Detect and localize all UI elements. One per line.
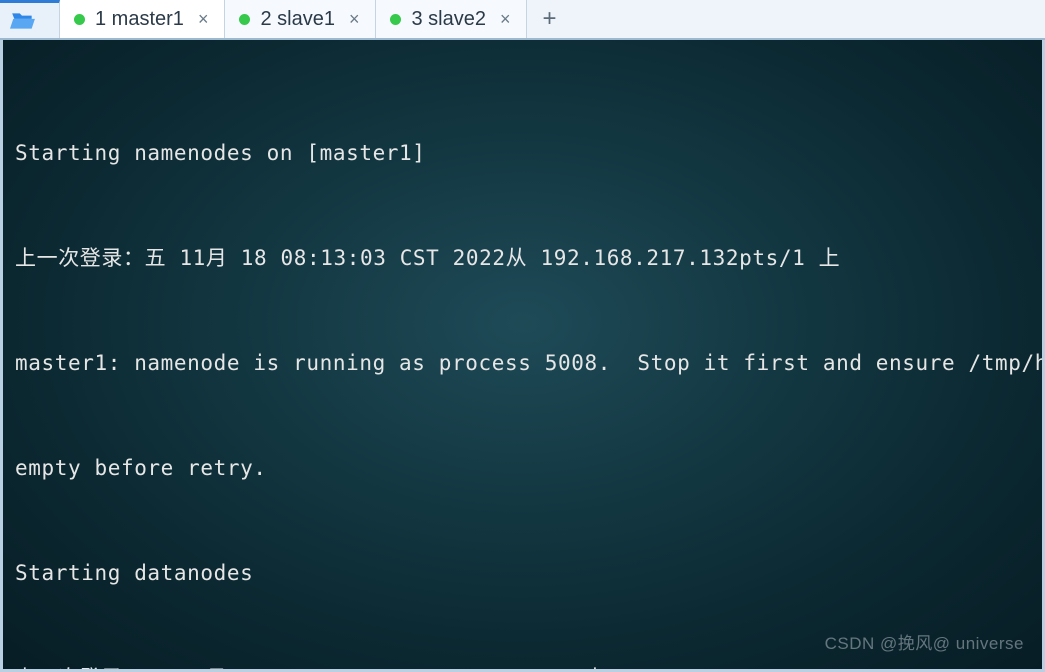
tab-slave1[interactable]: 2 slave1 ×: [225, 0, 376, 38]
status-dot-icon: [74, 14, 85, 25]
tabs-container: 1 master1 × 2 slave1 × 3 slave2 × +: [60, 0, 571, 38]
close-icon[interactable]: ×: [345, 10, 364, 28]
status-dot-icon: [390, 14, 401, 25]
terminal-line: 上一次登录：五 11月 18 08:13:03 CST 2022从 192.16…: [15, 241, 1030, 276]
tab-label: 3 slave2: [411, 8, 486, 31]
folder-button[interactable]: [0, 0, 60, 38]
folder-open-icon: [10, 10, 36, 32]
tab-label: 1 master1: [95, 8, 184, 31]
tab-slave2[interactable]: 3 slave2 ×: [376, 0, 527, 38]
terminal-line: Starting datanodes: [15, 556, 1030, 591]
terminal-line: Starting namenodes on [master1]: [15, 136, 1030, 171]
plus-icon: +: [542, 5, 556, 33]
terminal-line: master1: namenode is running as process …: [15, 346, 1030, 381]
terminal-line: 上一次登录：五 11月 18 11:24:40 CST 2022pts/0 上: [15, 661, 1030, 672]
tab-master1[interactable]: 1 master1 ×: [60, 0, 225, 38]
status-dot-icon: [239, 14, 250, 25]
tab-bar: 1 master1 × 2 slave1 × 3 slave2 × +: [0, 0, 1045, 40]
tab-label: 2 slave1: [260, 8, 335, 31]
close-icon[interactable]: ×: [496, 10, 515, 28]
watermark: CSDN @挽风@ universe: [825, 626, 1024, 661]
close-icon[interactable]: ×: [194, 10, 213, 28]
new-tab-button[interactable]: +: [527, 0, 571, 38]
terminal-line: empty before retry.: [15, 451, 1030, 486]
terminal-pane[interactable]: Starting namenodes on [master1] 上一次登录：五 …: [0, 40, 1045, 672]
